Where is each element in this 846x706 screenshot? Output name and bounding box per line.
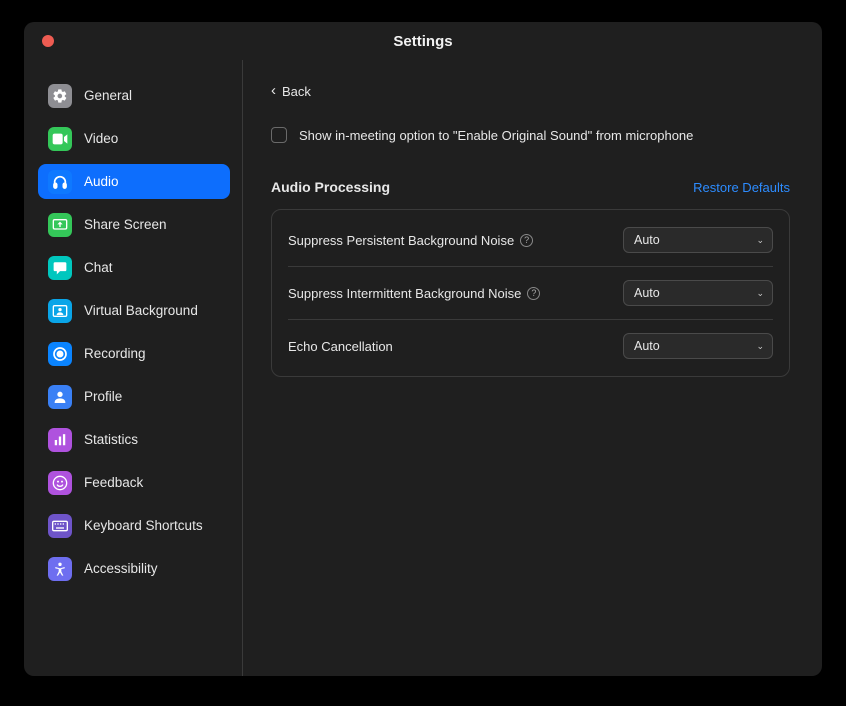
- setting-label: Suppress Intermittent Background Noise ?: [288, 286, 540, 301]
- sidebar-item-label: Statistics: [84, 432, 138, 447]
- record-icon: [48, 342, 72, 366]
- original-sound-checkbox[interactable]: [271, 127, 287, 143]
- echo-cancellation-select[interactable]: Auto ⌄: [623, 333, 773, 359]
- video-icon: [48, 127, 72, 151]
- audio-processing-panel: Suppress Persistent Background Noise ? A…: [271, 209, 790, 377]
- sidebar-item-label: Recording: [84, 346, 146, 361]
- audio-processing-header: Audio Processing Restore Defaults: [271, 179, 790, 195]
- sidebar-item-profile[interactable]: Profile: [38, 379, 230, 414]
- titlebar: Settings: [24, 22, 822, 60]
- suppress-intermittent-noise-row: Suppress Intermittent Background Noise ?…: [288, 267, 773, 320]
- back-label: Back: [282, 84, 311, 99]
- sidebar-item-virtual-background[interactable]: Virtual Background: [38, 293, 230, 328]
- settings-window: Settings General Video Audio: [24, 22, 822, 676]
- sidebar-item-feedback[interactable]: Feedback: [38, 465, 230, 500]
- section-title: Audio Processing: [271, 179, 390, 195]
- window-title: Settings: [393, 33, 452, 50]
- sidebar-item-keyboard-shortcuts[interactable]: Keyboard Shortcuts: [38, 508, 230, 543]
- sidebar-item-label: General: [84, 88, 132, 103]
- person-bg-icon: [48, 299, 72, 323]
- gear-icon: [48, 84, 72, 108]
- sidebar-item-label: Video: [84, 131, 118, 146]
- chevron-down-icon: ⌄: [756, 341, 764, 352]
- restore-defaults-link[interactable]: Restore Defaults: [693, 180, 790, 195]
- chevron-down-icon: ⌄: [756, 288, 764, 299]
- stats-icon: [48, 428, 72, 452]
- label-text: Suppress Persistent Background Noise: [288, 233, 514, 248]
- close-window-button[interactable]: [42, 35, 54, 47]
- sidebar-item-general[interactable]: General: [38, 78, 230, 113]
- suppress-persistent-noise-select[interactable]: Auto ⌄: [623, 227, 773, 253]
- select-value: Auto: [634, 233, 660, 247]
- sidebar-item-label: Audio: [84, 174, 119, 189]
- sidebar-item-audio[interactable]: Audio: [38, 164, 230, 199]
- setting-label: Suppress Persistent Background Noise ?: [288, 233, 533, 248]
- window-body: General Video Audio Share Screen: [24, 60, 822, 676]
- label-text: Suppress Intermittent Background Noise: [288, 286, 521, 301]
- traffic-lights: [42, 35, 54, 47]
- suppress-intermittent-noise-select[interactable]: Auto ⌄: [623, 280, 773, 306]
- sidebar-item-statistics[interactable]: Statistics: [38, 422, 230, 457]
- profile-icon: [48, 385, 72, 409]
- sidebar-item-label: Accessibility: [84, 561, 158, 576]
- sidebar-item-label: Feedback: [84, 475, 143, 490]
- select-value: Auto: [634, 339, 660, 353]
- sidebar-item-label: Virtual Background: [84, 303, 198, 318]
- sidebar-item-chat[interactable]: Chat: [38, 250, 230, 285]
- sidebar-item-label: Profile: [84, 389, 122, 404]
- suppress-persistent-noise-row: Suppress Persistent Background Noise ? A…: [288, 214, 773, 267]
- chevron-left-icon: ‹: [271, 83, 276, 98]
- sidebar-item-video[interactable]: Video: [38, 121, 230, 156]
- echo-cancellation-row: Echo Cancellation Auto ⌄: [288, 320, 773, 372]
- feedback-icon: [48, 471, 72, 495]
- select-value: Auto: [634, 286, 660, 300]
- sidebar-item-label: Chat: [84, 260, 113, 275]
- headphones-icon: [48, 170, 72, 194]
- chat-icon: [48, 256, 72, 280]
- help-icon[interactable]: ?: [520, 234, 533, 247]
- share-screen-icon: [48, 213, 72, 237]
- sidebar-item-recording[interactable]: Recording: [38, 336, 230, 371]
- keyboard-icon: [48, 514, 72, 538]
- setting-label: Echo Cancellation: [288, 339, 393, 354]
- back-button[interactable]: ‹ Back: [271, 84, 311, 99]
- content-pane: ‹ Back Show in-meeting option to "Enable…: [243, 60, 822, 676]
- accessibility-icon: [48, 557, 72, 581]
- original-sound-label: Show in-meeting option to "Enable Origin…: [299, 128, 693, 143]
- sidebar-item-label: Keyboard Shortcuts: [84, 518, 203, 533]
- original-sound-option-row: Show in-meeting option to "Enable Origin…: [271, 127, 790, 143]
- sidebar-item-label: Share Screen: [84, 217, 167, 232]
- label-text: Echo Cancellation: [288, 339, 393, 354]
- chevron-down-icon: ⌄: [756, 235, 764, 246]
- sidebar-item-share-screen[interactable]: Share Screen: [38, 207, 230, 242]
- help-icon[interactable]: ?: [527, 287, 540, 300]
- sidebar-item-accessibility[interactable]: Accessibility: [38, 551, 230, 586]
- sidebar: General Video Audio Share Screen: [24, 60, 243, 676]
